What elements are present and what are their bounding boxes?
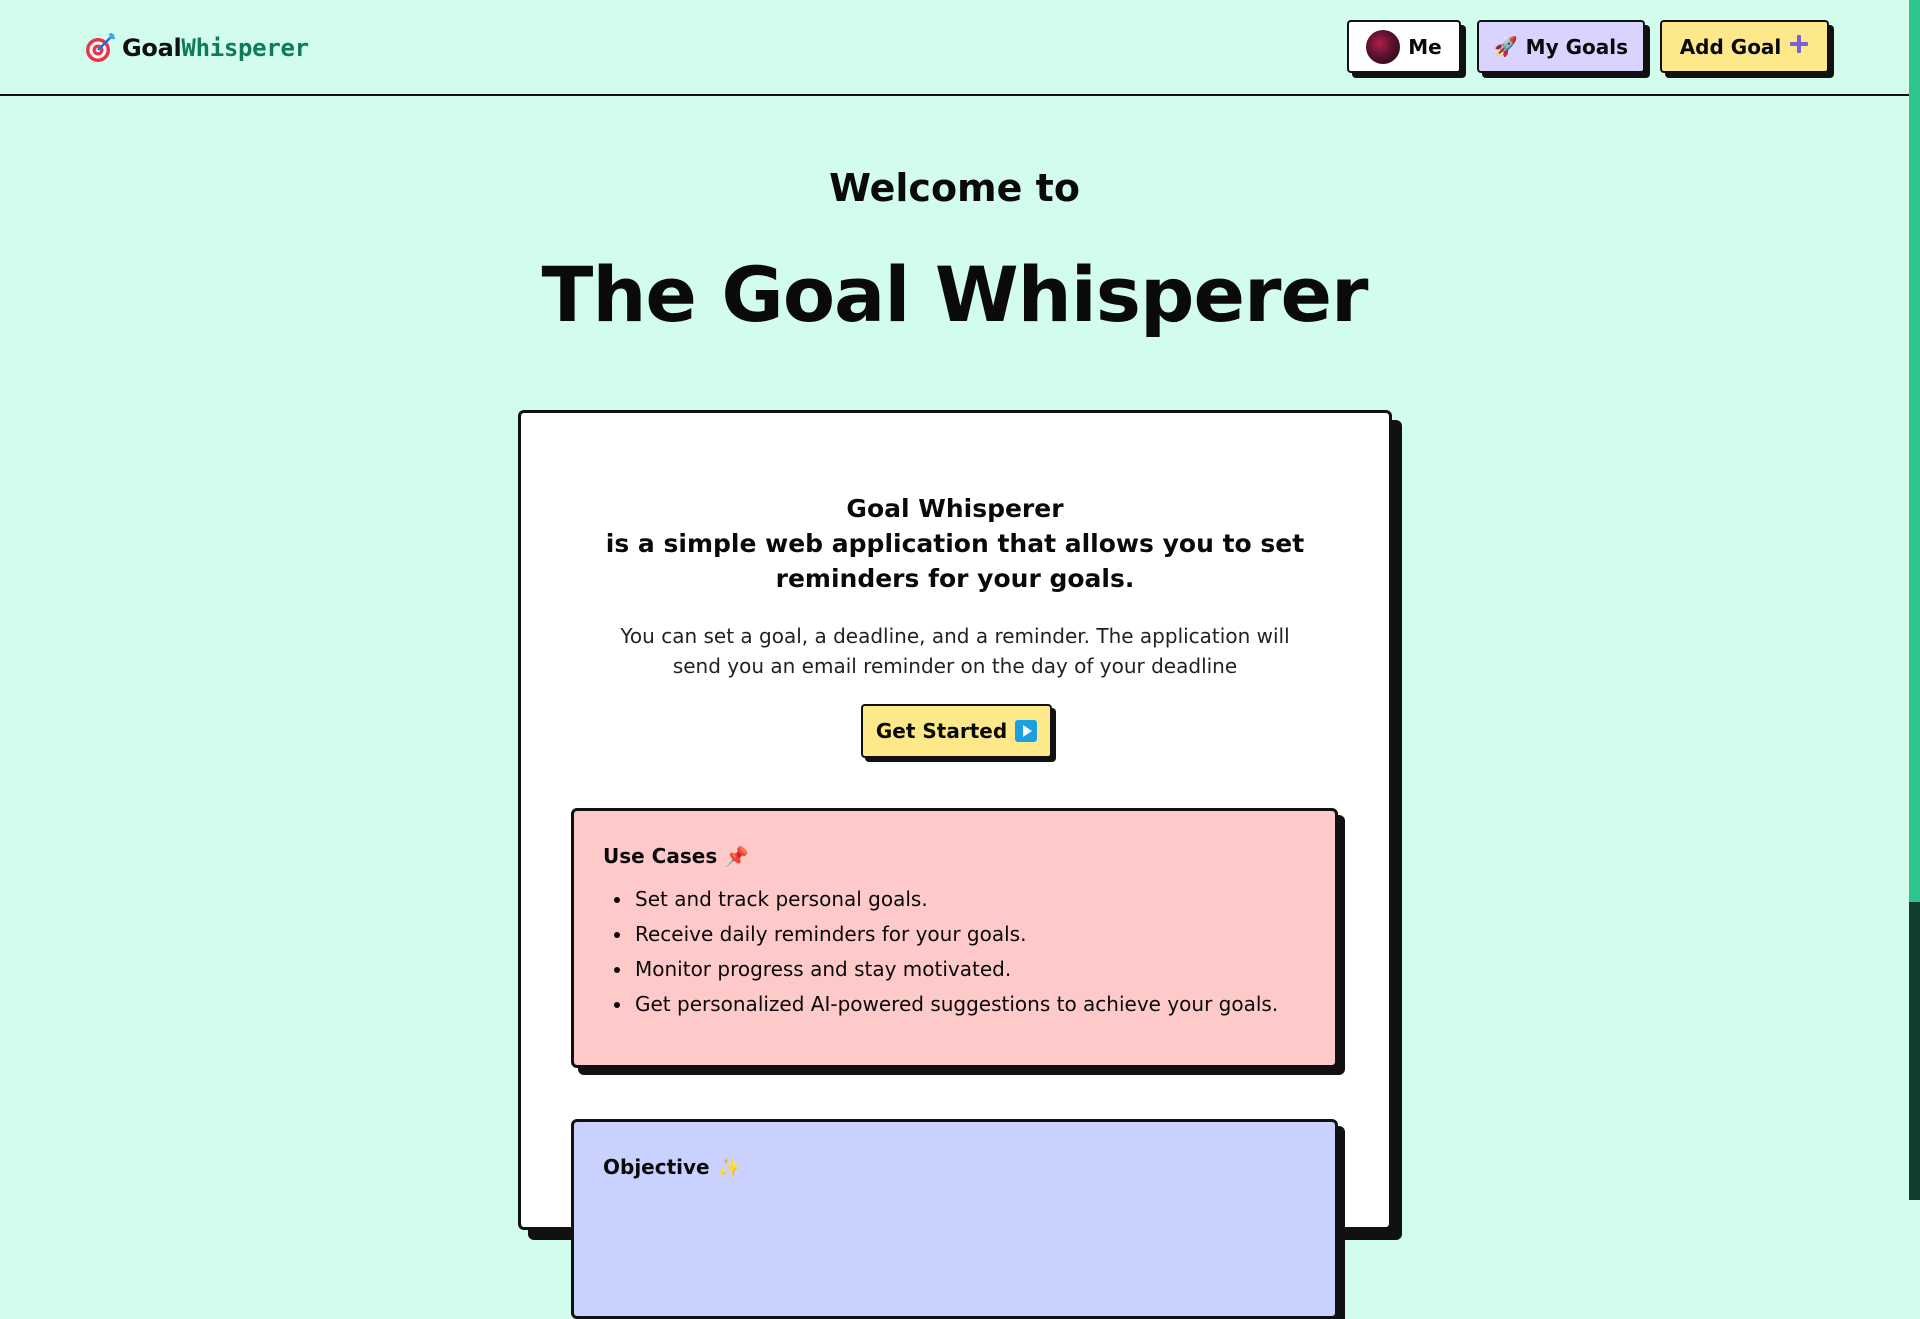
use-cases-title: Use Cases 📌: [603, 844, 749, 868]
get-started-label: Get Started: [875, 719, 1008, 743]
sparkles-icon: ✨: [717, 1156, 742, 1179]
me-button[interactable]: Me: [1347, 20, 1461, 73]
get-started-button[interactable]: Get Started: [861, 704, 1052, 758]
target-dart-icon: [84, 32, 116, 64]
avatar: [1366, 29, 1401, 64]
use-cases-panel: Use Cases 📌 Set and track personal goals…: [571, 808, 1338, 1068]
rocket-icon: 🚀: [1494, 36, 1518, 58]
my-goals-button[interactable]: 🚀 My Goals: [1477, 20, 1645, 73]
use-cases-list: Set and track personal goals. Receive da…: [633, 882, 1278, 1022]
intro-card: Goal Whisperer is a simple web applicati…: [518, 410, 1392, 1319]
top-navbar: GoalWhisperer Me 🚀 My Goals Add Goal: [0, 0, 1909, 96]
logo-text: GoalWhisperer: [122, 34, 309, 62]
add-goal-button-label: Add Goal: [1679, 34, 1782, 59]
objective-title: Objective ✨: [603, 1155, 741, 1179]
page-title: The Goal Whisperer: [541, 250, 1368, 339]
app-logo[interactable]: GoalWhisperer: [84, 31, 309, 65]
objective-panel: Objective ✨: [571, 1119, 1338, 1319]
play-icon: [1015, 720, 1038, 742]
card-heading: Goal Whisperer is a simple web applicati…: [521, 491, 1389, 596]
pushpin-icon: 📌: [725, 845, 749, 868]
list-item: Monitor progress and stay motivated.: [633, 952, 1278, 987]
list-item: Receive daily reminders for your goals.: [633, 917, 1278, 952]
card-heading-line-2: is a simple web application that allows …: [605, 529, 1305, 558]
plus-icon: [1789, 34, 1809, 59]
list-item: Get personalized AI-powered suggestions …: [633, 987, 1278, 1022]
add-goal-button[interactable]: Add Goal: [1660, 20, 1829, 73]
logo-text-mono: Whisperer: [181, 34, 309, 62]
welcome-heading: Welcome to: [829, 166, 1080, 210]
me-button-label: Me: [1408, 34, 1442, 59]
scrollbar-thumb[interactable]: [1909, 902, 1920, 1200]
my-goals-button-label: My Goals: [1525, 34, 1628, 59]
card-heading-line-1: Goal Whisperer: [846, 494, 1064, 523]
list-item: Set and track personal goals.: [633, 882, 1278, 917]
objective-title-text: Objective: [603, 1155, 710, 1179]
card-heading-line-3: reminders for your goals.: [775, 564, 1135, 593]
use-cases-title-text: Use Cases: [603, 844, 718, 868]
card-description: You can set a goal, a deadline, and a re…: [620, 624, 1290, 678]
logo-text-bold: Goal: [122, 34, 182, 62]
